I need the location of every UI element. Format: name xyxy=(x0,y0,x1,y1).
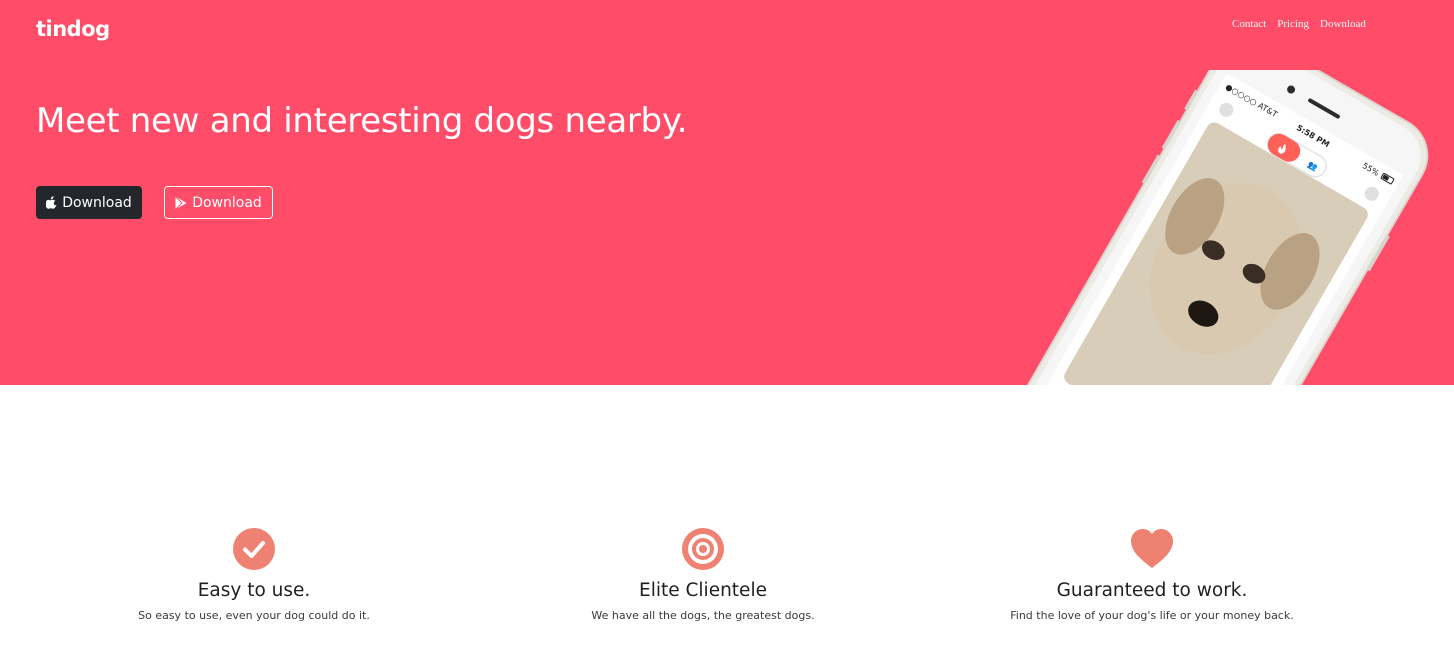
feature-text: So easy to use, even your dog could do i… xyxy=(138,609,370,622)
apple-download-button[interactable]: Download xyxy=(36,186,142,219)
feature-title: Guaranteed to work. xyxy=(1056,580,1248,601)
phone-mockup: ●○○○○ AT&T 5:58 PM 55% 👥 xyxy=(1010,36,1440,385)
feature-title: Elite Clientele xyxy=(639,580,767,601)
apple-download-label: Download xyxy=(62,194,132,211)
bullseye-icon xyxy=(523,527,883,571)
hero-headline: Meet new and interesting dogs nearby. xyxy=(36,101,688,141)
feature-text: Find the love of your dog's life or your… xyxy=(1010,609,1294,622)
features-section: Easy to use. So easy to use, even your d… xyxy=(0,385,1454,672)
feature-elite-clientele: Elite Clientele We have all the dogs, th… xyxy=(523,527,883,622)
nav-link-contact[interactable]: Contact xyxy=(1232,18,1266,30)
apple-icon xyxy=(46,196,57,209)
brand-logo[interactable]: tindog xyxy=(36,17,110,41)
feature-guaranteed: Guaranteed to work. Find the love of you… xyxy=(972,527,1332,622)
google-play-icon xyxy=(175,195,187,210)
nav-link-pricing[interactable]: Pricing xyxy=(1277,18,1309,30)
google-play-download-button[interactable]: Download xyxy=(164,186,273,219)
heart-icon xyxy=(972,527,1332,571)
feature-easy-to-use: Easy to use. So easy to use, even your d… xyxy=(74,527,434,622)
check-circle-icon xyxy=(74,527,434,571)
nav-link-download[interactable]: Download xyxy=(1320,18,1366,30)
google-play-download-label: Download xyxy=(192,194,262,211)
feature-title: Easy to use. xyxy=(197,580,311,601)
hero-section: tindog Contact Pricing Download Meet new… xyxy=(0,0,1454,385)
top-nav: Contact Pricing Download xyxy=(1232,18,1366,30)
feature-text: We have all the dogs, the greatest dogs. xyxy=(591,609,815,622)
